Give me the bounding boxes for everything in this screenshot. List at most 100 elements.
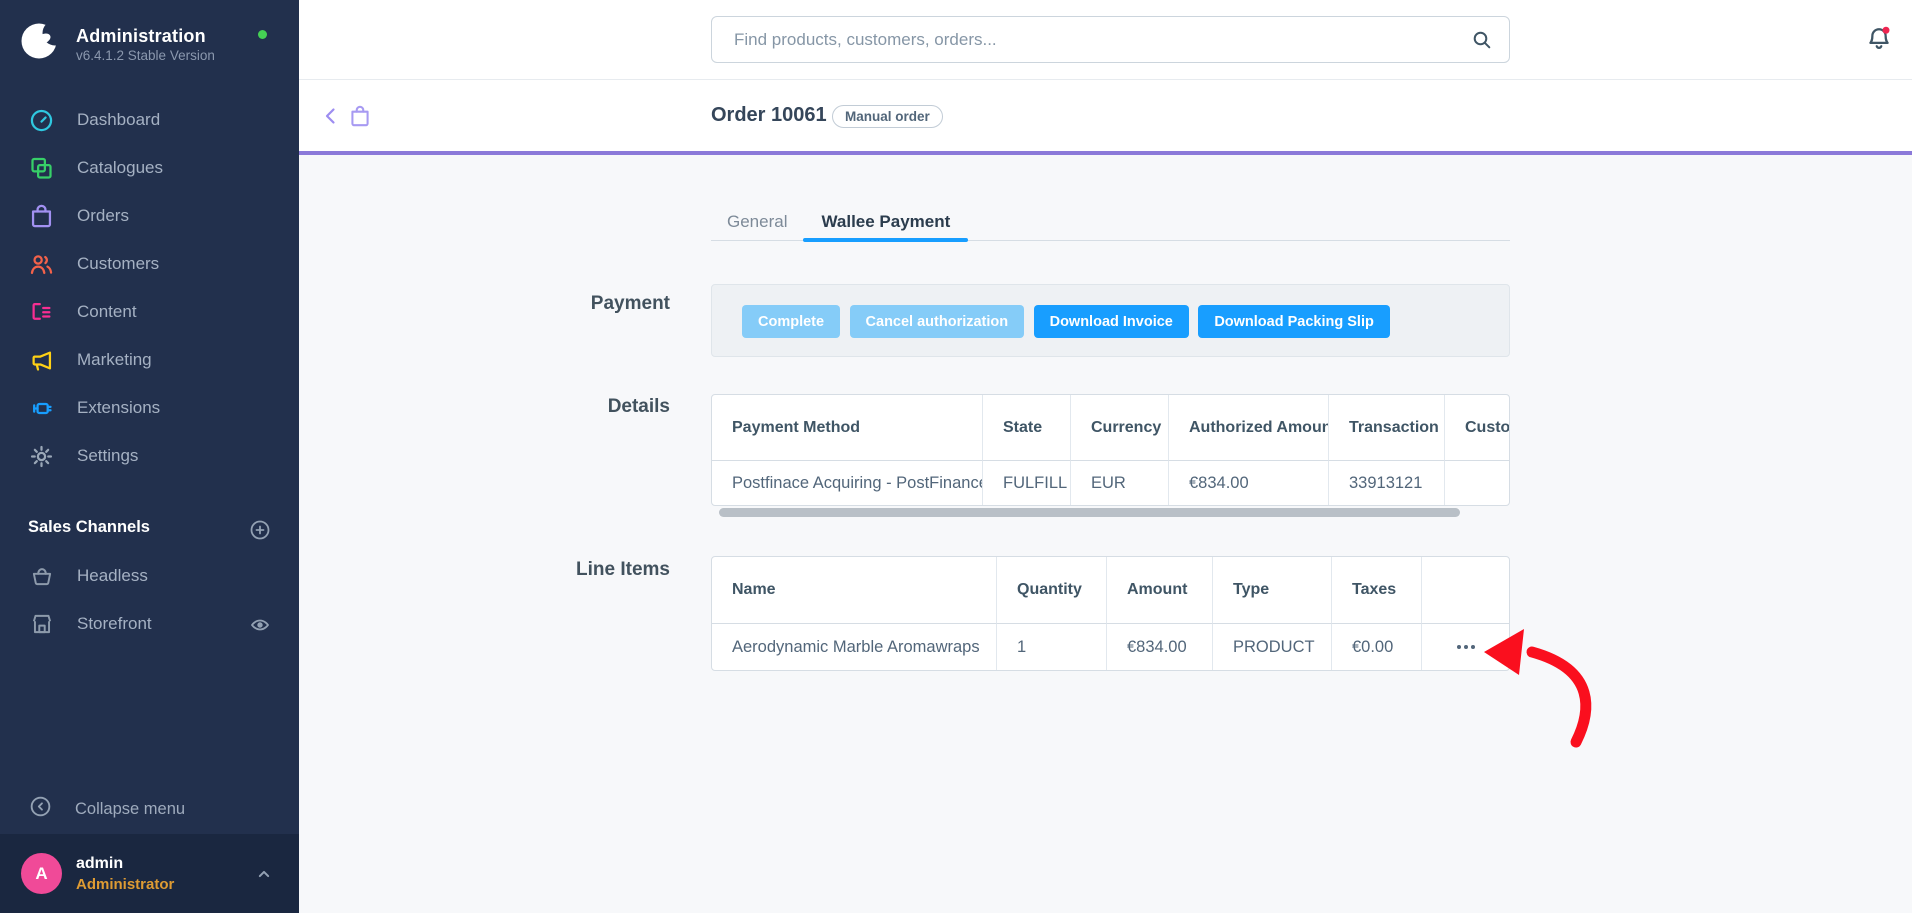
horizontal-scrollbar[interactable] — [719, 508, 1460, 517]
app-title: Administration — [76, 26, 206, 47]
sidebar-item-orders[interactable]: Orders — [0, 192, 299, 240]
item-type-cell: PRODUCT — [1213, 624, 1332, 670]
sidebar-item-catalogues[interactable]: Catalogues — [0, 144, 299, 192]
column-header: Amount — [1107, 557, 1213, 624]
sidebar-item-label: Customers — [77, 254, 159, 274]
payment-actions-card: Complete Cancel authorization Download I… — [711, 284, 1510, 357]
column-header: Transaction — [1329, 395, 1445, 461]
sidebar-menu: Dashboard Catalogues Orders Customers — [0, 96, 299, 480]
page-title: Order 10061 — [711, 104, 827, 127]
top-header — [299, 0, 1912, 80]
column-header — [1422, 557, 1509, 624]
sidebar-item-label: Orders — [77, 206, 129, 226]
notification-bell-button[interactable] — [1864, 24, 1896, 56]
tab-bar: General Wallee Payment — [711, 203, 1510, 241]
storefront-preview-eye-icon[interactable] — [248, 613, 272, 637]
shop-icon — [28, 611, 55, 638]
collapse-circle-chevron-icon — [28, 794, 53, 824]
column-header: State — [983, 395, 1071, 461]
chevron-up-icon[interactable] — [254, 864, 274, 884]
line-items-section-label: Line Items — [299, 559, 670, 581]
customer-cell — [1445, 461, 1509, 505]
tab-wallee-payment[interactable]: Wallee Payment — [803, 203, 968, 240]
content-area: General Wallee Payment Payment Complete … — [299, 159, 1912, 913]
sidebar-item-customers[interactable]: Customers — [0, 240, 299, 288]
main-area: Order 10061 Manual order General Wallee … — [299, 0, 1912, 913]
megaphone-icon — [28, 347, 55, 374]
payment-section-label: Payment — [299, 293, 670, 315]
gear-icon — [28, 443, 55, 470]
sidebar-header: Administration v6.4.1.2 Stable Version — [0, 0, 299, 96]
basket-icon — [28, 563, 55, 590]
gauge-icon — [28, 107, 55, 134]
tab-general[interactable]: General — [711, 203, 803, 240]
column-header: Quantity — [997, 557, 1107, 624]
sidebar-item-dashboard[interactable]: Dashboard — [0, 96, 299, 144]
authorized-amount-cell: €834.00 — [1169, 461, 1329, 505]
sidebar-item-label: Dashboard — [77, 110, 160, 130]
line-items-table: Name Quantity Amount Type Taxes Aerodyna… — [711, 556, 1510, 671]
bell-icon — [1864, 24, 1894, 54]
context-menu-button[interactable] — [1449, 637, 1483, 657]
item-actions-cell — [1422, 624, 1509, 670]
details-section-label: Details — [299, 396, 670, 418]
sidebar-item-label: Headless — [77, 566, 148, 586]
column-header: Authorized Amount — [1169, 395, 1329, 461]
back-button[interactable] — [319, 104, 343, 128]
search-icon[interactable] — [1470, 28, 1494, 52]
download-invoice-button[interactable]: Download Invoice — [1034, 305, 1189, 338]
add-sales-channel-button[interactable] — [248, 518, 272, 542]
order-bag-icon — [347, 103, 373, 129]
sidebar-item-settings[interactable]: Settings — [0, 432, 299, 480]
user-name: admin — [76, 855, 123, 873]
avatar: A — [21, 853, 62, 894]
column-header: Taxes — [1332, 557, 1422, 624]
sidebar: Administration v6.4.1.2 Stable Version D… — [0, 0, 299, 913]
column-header: Custom — [1445, 395, 1509, 461]
sidebar-item-label: Catalogues — [77, 158, 163, 178]
online-status-dot — [258, 30, 267, 39]
sidebar-item-label: Marketing — [77, 350, 152, 370]
people-icon — [28, 251, 55, 278]
sidebar-item-marketing[interactable]: Marketing — [0, 336, 299, 384]
column-header: Name — [712, 557, 997, 624]
item-amount-cell: €834.00 — [1107, 624, 1213, 670]
state-cell: FULFILL — [983, 461, 1071, 505]
user-menu[interactable]: A admin Administrator — [0, 834, 299, 913]
column-header: Currency — [1071, 395, 1169, 461]
search-input[interactable] — [711, 16, 1510, 63]
collapse-menu-label: Collapse menu — [75, 800, 185, 819]
complete-button[interactable]: Complete — [742, 305, 840, 338]
column-header: Type — [1213, 557, 1332, 624]
manual-order-badge: Manual order — [832, 105, 943, 128]
layout-icon — [28, 299, 55, 326]
user-role: Administrator — [76, 876, 174, 893]
transaction-cell: 33913121 — [1329, 461, 1445, 505]
app-version: v6.4.1.2 Stable Version — [76, 48, 215, 63]
sidebar-item-label: Extensions — [77, 398, 160, 418]
smart-bar: Order 10061 Manual order — [299, 80, 1912, 155]
sidebar-item-extensions[interactable]: Extensions — [0, 384, 299, 432]
item-taxes-cell: €0.00 — [1332, 624, 1422, 670]
item-quantity-cell: 1 — [997, 624, 1107, 670]
column-header: Payment Method — [712, 395, 983, 461]
collapse-menu-button[interactable]: Collapse menu — [0, 784, 299, 834]
squares-icon — [28, 155, 55, 182]
plug-icon — [28, 395, 55, 422]
bag-icon — [28, 203, 55, 230]
application-window: Administration v6.4.1.2 Stable Version D… — [0, 0, 1912, 913]
notification-dot — [1883, 27, 1890, 34]
sidebar-item-label: Storefront — [77, 614, 152, 634]
cancel-authorization-button[interactable]: Cancel authorization — [850, 305, 1025, 338]
shopware-logo-icon — [20, 21, 60, 61]
payment-method-cell: Postfinace Acquiring - PostFinance Card — [712, 461, 983, 505]
sidebar-item-content[interactable]: Content — [0, 288, 299, 336]
global-search — [711, 16, 1510, 63]
sidebar-item-headless[interactable]: Headless — [0, 552, 299, 600]
sidebar-item-label: Content — [77, 302, 137, 322]
payment-details-table: Payment Method State Currency Authorized… — [711, 394, 1510, 506]
download-packing-slip-button[interactable]: Download Packing Slip — [1198, 305, 1390, 338]
currency-cell: EUR — [1071, 461, 1169, 505]
sidebar-item-label: Settings — [77, 446, 138, 466]
item-name-cell: Aerodynamic Marble Aromawraps — [712, 624, 997, 670]
